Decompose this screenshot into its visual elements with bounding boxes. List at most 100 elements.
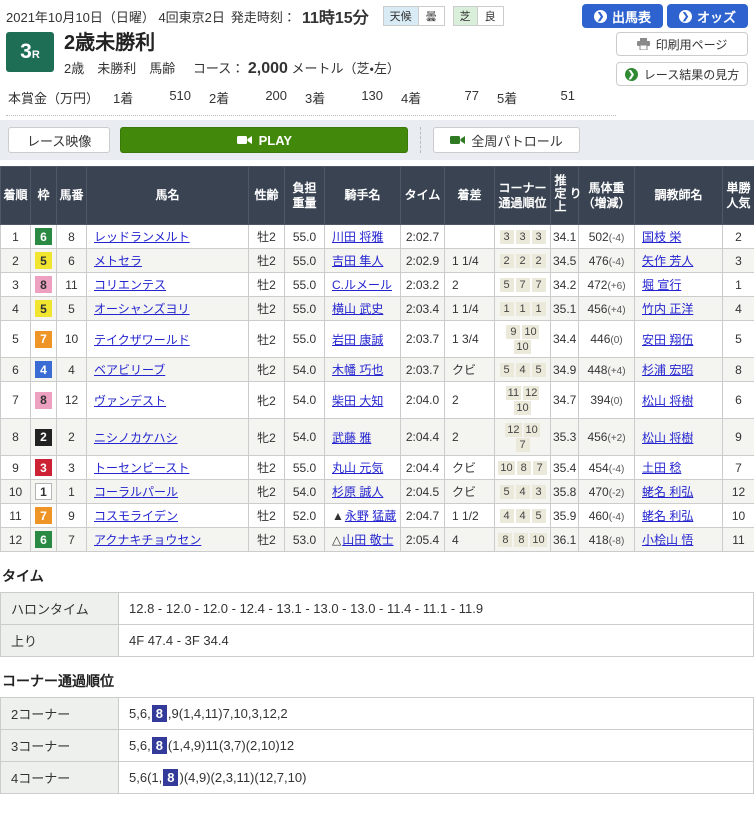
turf-value: 良: [476, 7, 503, 25]
time-row-label: 上り: [0, 624, 119, 657]
play-button[interactable]: PLAY: [120, 127, 409, 153]
column-header: コーナー 通過順位: [494, 166, 551, 225]
date-line: 2021年10月10日（日曜） 4回東京2日 発走時刻： 11時15分 天候 曇…: [6, 4, 504, 28]
trainer-link[interactable]: 杉浦 宏昭: [642, 363, 693, 377]
video-band: レース映像 PLAY 全周パトロール: [0, 120, 754, 160]
weather-value: 曇: [417, 7, 444, 25]
corner-chip: 7: [515, 278, 530, 292]
horse-number: 7: [56, 527, 87, 552]
divider: [420, 127, 422, 153]
trainer-link[interactable]: 安田 翔伍: [642, 333, 693, 347]
margin: 1 1/4: [444, 296, 495, 321]
sex-age: 牡2: [248, 503, 285, 528]
result-row: 6 4 4 ベアビリーブ 牝2 54.0 木幡 巧也 2:03.7 クビ 5 4 5 34.9 448(+…: [0, 357, 754, 382]
trainer-link[interactable]: 堀 宣行: [642, 278, 681, 292]
race-video-button[interactable]: レース映像: [8, 127, 111, 153]
bracket-badge: 4: [35, 361, 52, 378]
horse-name-cell: コリエンテス: [86, 272, 249, 297]
trainer-cell: 松山 将樹: [634, 381, 723, 419]
corner-row-value: 5,6, 8,9(1,4,11)7,10,3,12,2: [118, 697, 754, 730]
horse-number: 1: [56, 479, 87, 504]
sex-age: 牝2: [248, 381, 285, 419]
corner-chip: 3: [531, 485, 546, 499]
sex-age: 牡2: [248, 272, 285, 297]
horse-link[interactable]: トーセンビースト: [94, 461, 189, 475]
corner-chip: 8: [498, 533, 513, 547]
corner-chip: 10: [530, 533, 547, 547]
horse-name-cell: コスモライデン: [86, 503, 249, 528]
column-header: 推定上り: [550, 166, 582, 225]
corner-chip: 3: [499, 230, 514, 244]
horse-link[interactable]: ヴァンデスト: [94, 394, 166, 408]
bracket-badge: 6: [35, 228, 52, 245]
trainer-link[interactable]: 矢作 芳人: [642, 254, 693, 268]
horse-link[interactable]: コスモライデン: [94, 509, 178, 523]
results-table: 着順枠馬番 馬名 性齢 負担 重量 騎手名 タイム 着差 コーナー 通過順位 推定上り 馬体重 （増減）…: [0, 166, 754, 552]
jockey-link[interactable]: 柴田 大知: [332, 394, 383, 408]
jockey-link[interactable]: 山田 敬士: [342, 533, 393, 547]
margin: 2: [444, 272, 495, 297]
jockey-cell: ▲永野 猛蔵: [324, 503, 401, 528]
horse-link[interactable]: メトセラ: [94, 254, 142, 268]
horse-link[interactable]: コリエンテス: [94, 278, 166, 292]
corner-chip: 12: [523, 386, 540, 400]
horse-link[interactable]: ニシノカケハシ: [94, 431, 178, 445]
sex-age: 牝2: [248, 479, 285, 504]
finish-time: 2:04.4: [400, 418, 445, 456]
horse-link[interactable]: コーラルパール: [94, 485, 178, 499]
turf-chip: 芝 良: [452, 6, 504, 26]
horse-number: 8: [56, 224, 87, 249]
finish-position: 8: [0, 418, 31, 456]
trainer-link[interactable]: 国枝 栄: [642, 230, 681, 244]
jockey-link[interactable]: 川田 将雅: [332, 230, 383, 244]
jockey-link[interactable]: 横山 武史: [332, 302, 383, 316]
jockey-cell: 木幡 巧也: [324, 357, 401, 382]
body-weight: 472(+6): [578, 272, 635, 297]
jockey-link[interactable]: C.ルメール: [332, 278, 392, 292]
horse-link[interactable]: オーシャンズヨリ: [94, 302, 190, 316]
trainer-link[interactable]: 竹内 正洋: [642, 302, 693, 316]
camera-icon: [236, 136, 252, 144]
sex-age: 牝2: [248, 418, 285, 456]
result-guide-button[interactable]: ❯ レース結果の見方: [616, 62, 748, 86]
carried-weight: 54.0: [284, 357, 325, 382]
patrol-video-button[interactable]: 全周パトロール: [433, 127, 580, 153]
prize-item: 1着 510: [113, 88, 192, 106]
trainer-link[interactable]: 松山 将樹: [642, 394, 693, 408]
race-date: 2021年10月10日（日曜） 4回東京2日: [6, 9, 225, 25]
odds-button[interactable]: ❯ オッズ: [666, 4, 748, 28]
arrow-circle-icon: ❯: [678, 9, 692, 23]
trainer-link[interactable]: 小桧山 悟: [642, 533, 693, 547]
result-row: 2 5 6 メトセラ 牡2 55.0 吉田 隼人 2:02.9 1 1/4 2 2 2 34.5 476(…: [0, 248, 754, 273]
bracket-badge: 7: [35, 507, 52, 524]
jockey-link[interactable]: 丸山 元気: [332, 461, 383, 475]
carried-weight: 55.0: [284, 272, 325, 297]
shutsuba-button[interactable]: ❯ 出馬表: [581, 4, 663, 28]
sex-age: 牡2: [248, 248, 285, 273]
margin: クビ: [444, 455, 495, 480]
trainer-link[interactable]: 蛯名 利弘: [642, 509, 693, 523]
print-page-button[interactable]: 印刷用ページ: [616, 32, 748, 56]
horse-link[interactable]: アクナキチョウセン: [94, 533, 201, 547]
jockey-link[interactable]: 武藤 雅: [332, 431, 371, 445]
jockey-link[interactable]: 杉原 誠人: [332, 485, 383, 499]
corner-chip: 7: [531, 278, 546, 292]
trainer-link[interactable]: 土田 稔: [642, 461, 681, 475]
bracket-cell: 8: [30, 381, 57, 419]
horse-link[interactable]: レッドランメルト: [94, 230, 190, 244]
jockey-link[interactable]: 永野 猛蔵: [345, 509, 396, 523]
trainer-link[interactable]: 松山 将樹: [642, 431, 693, 445]
horse-name-cell: アクナキチョウセン: [86, 527, 249, 552]
jockey-link[interactable]: 吉田 隼人: [332, 254, 383, 268]
jockey-link[interactable]: 木幡 巧也: [332, 363, 383, 377]
win-favorite: 6: [722, 381, 754, 419]
corner-chip: 10: [498, 461, 515, 475]
jockey-link[interactable]: 岩田 康誠: [332, 333, 383, 347]
column-header: タイム: [400, 166, 445, 225]
horse-link[interactable]: ベアビリーブ: [94, 363, 165, 377]
corner-chip: 8: [514, 533, 529, 547]
horse-link[interactable]: テイクザワールド: [94, 333, 190, 347]
race-header-right: 印刷用ページ ❯ レース結果の見方: [616, 30, 748, 116]
bracket-cell: 5: [30, 248, 57, 273]
trainer-link[interactable]: 蛯名 利弘: [642, 485, 693, 499]
